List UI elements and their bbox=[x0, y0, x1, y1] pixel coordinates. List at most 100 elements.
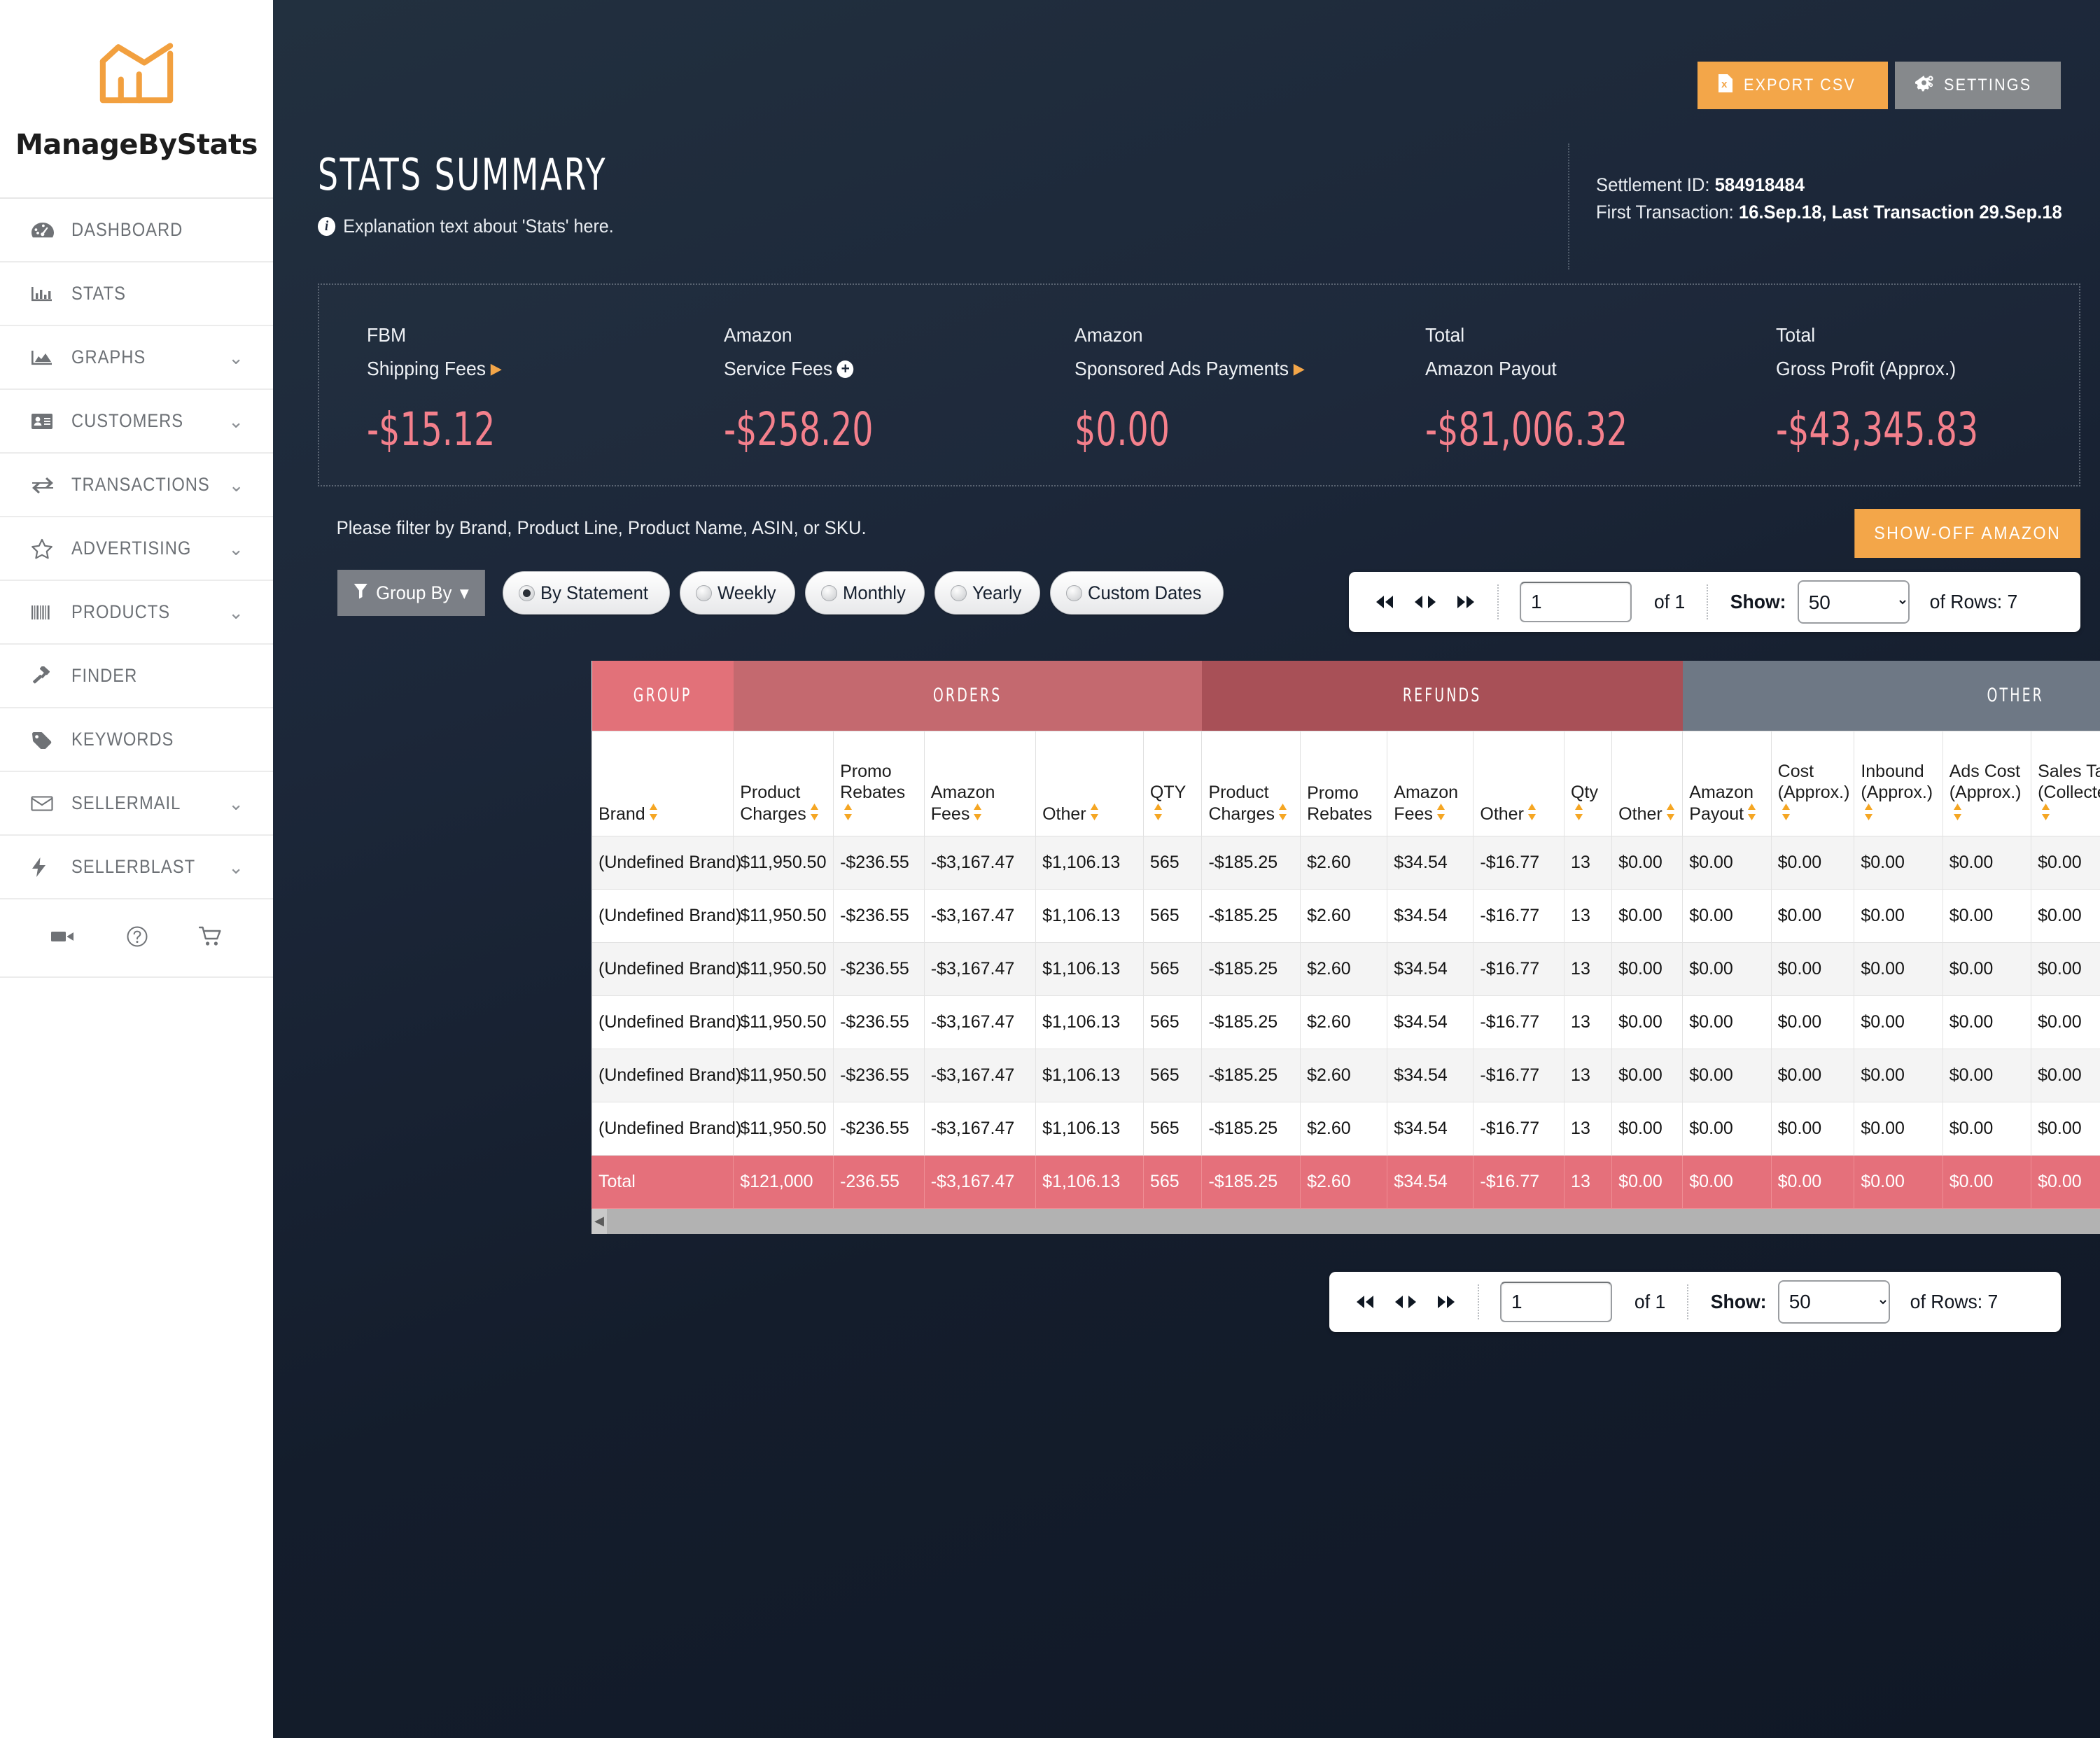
table-row[interactable]: (Undefined Brand) $11,950.50 -$236.55 -$3,1… bbox=[591, 835, 2100, 890]
show-off-amazon-button[interactable]: SHOW-OFF AMAZON bbox=[1854, 509, 2080, 558]
sidebar-item-finder[interactable]: FINDER bbox=[0, 645, 273, 708]
sidebar-item-advertising[interactable]: ADVERTISING ⌄ bbox=[0, 517, 273, 581]
kpi-line1: Amazon bbox=[1074, 324, 1143, 346]
col-orders-other[interactable]: Other bbox=[1035, 730, 1144, 836]
col-orders-amazon-fees[interactable]: Amazon Fees bbox=[923, 730, 1037, 836]
sort-icon[interactable] bbox=[1153, 803, 1163, 821]
sort-icon[interactable] bbox=[809, 803, 820, 821]
sidebar-item-keywords[interactable]: KEYWORDS bbox=[0, 708, 273, 772]
col-orders-promo-rebates[interactable]: Promo Rebates bbox=[833, 730, 925, 836]
help-circle-icon[interactable] bbox=[126, 925, 148, 951]
radio-monthly[interactable]: Monthly bbox=[804, 571, 925, 615]
col-amazon-payout[interactable]: Amazon Payout bbox=[1682, 730, 1772, 836]
last-page-icon[interactable] bbox=[1455, 594, 1476, 610]
col-orders-product-charges[interactable]: Product Charges bbox=[733, 730, 834, 836]
shopping-cart-icon[interactable] bbox=[198, 926, 223, 951]
radio-custom-dates[interactable]: Custom Dates bbox=[1050, 571, 1224, 615]
sort-icon[interactable] bbox=[1278, 803, 1288, 821]
sidebar-item-sellerblast[interactable]: SELLERBLAST ⌄ bbox=[0, 836, 273, 899]
col-refunds-other[interactable]: Other bbox=[1473, 730, 1565, 836]
export-csv-button[interactable]: X EXPORT CSV bbox=[1697, 62, 1888, 109]
first-page-icon[interactable] bbox=[1354, 1294, 1376, 1310]
sidebar-item-graphs[interactable]: GRAPHS ⌄ bbox=[0, 326, 273, 390]
sort-icon[interactable] bbox=[1527, 803, 1537, 821]
table-row[interactable]: (Undefined Brand) $11,950.50 -$236.55 -$3,1… bbox=[591, 941, 2100, 996]
kpi-line2-row: Gross Profit (Approx.) bbox=[1776, 358, 2064, 380]
col-sales-tax-collected[interactable]: Sales Tax (Collected) bbox=[2031, 730, 2100, 836]
scrollbar-thumb[interactable] bbox=[607, 1208, 2100, 1234]
col-refunds-qty[interactable]: Qty bbox=[1564, 730, 1613, 836]
sidebar-item-transactions[interactable]: TRANSACTIONS ⌄ bbox=[0, 454, 273, 517]
sort-icon[interactable] bbox=[1781, 803, 1791, 821]
stats-table: GROUP ORDERS REFUNDS OTHER Brand Product… bbox=[591, 661, 2100, 1209]
sort-icon[interactable] bbox=[972, 803, 983, 821]
sort-icon[interactable] bbox=[1952, 803, 1963, 821]
sort-icon[interactable] bbox=[1089, 803, 1100, 821]
cell: $0.00 bbox=[1854, 1101, 1943, 1156]
kpi-line2: Gross Profit (Approx.) bbox=[1775, 358, 1956, 379]
radio-label: Custom Dates bbox=[1088, 582, 1202, 603]
sort-icon[interactable] bbox=[1436, 803, 1446, 821]
cell: -$3,167.47 bbox=[923, 995, 1037, 1049]
col-refunds-amazon-fees[interactable]: Amazon Fees bbox=[1387, 730, 1474, 836]
plus-circle-icon[interactable]: + bbox=[836, 360, 854, 378]
col-cost-approx[interactable]: Cost (Approx.) bbox=[1770, 730, 1855, 836]
caret-right-icon[interactable]: ▶ bbox=[1294, 361, 1305, 377]
chevron-down-icon[interactable]: ⌄ bbox=[228, 794, 244, 813]
horizontal-scrollbar[interactable]: ◀ ▶ bbox=[592, 1208, 2100, 1234]
sort-icon[interactable] bbox=[1574, 803, 1584, 821]
table-row[interactable]: (Undefined Brand) $11,950.50 -$236.55 -$3,1… bbox=[591, 995, 2100, 1049]
table-row[interactable]: (Undefined Brand) $11,950.50 -$236.55 -$3,1… bbox=[591, 888, 2100, 943]
col-other-other[interactable]: Other bbox=[1611, 730, 1684, 836]
sort-icon[interactable] bbox=[1863, 803, 1874, 821]
sort-icon[interactable] bbox=[1665, 803, 1676, 821]
pagination-divider bbox=[1478, 1284, 1479, 1319]
radio-by-statement[interactable]: By Statement bbox=[502, 571, 670, 615]
chevron-down-icon[interactable]: ⌄ bbox=[228, 540, 244, 558]
rows-per-page-select[interactable]: 50 bbox=[1777, 1280, 1890, 1324]
radio-weekly[interactable]: Weekly bbox=[679, 571, 795, 615]
sidebar-item-dashboard[interactable]: DASHBOARD bbox=[0, 199, 273, 262]
chevron-down-icon[interactable]: ⌄ bbox=[229, 476, 244, 494]
sidebar-item-label: SELLERMAIL bbox=[71, 792, 181, 813]
scroll-left-icon[interactable]: ◀ bbox=[592, 1208, 607, 1234]
col-refunds-promo-rebates[interactable]: Promo Rebates bbox=[1300, 730, 1388, 836]
col-orders-qty[interactable]: QTY bbox=[1142, 730, 1203, 836]
video-camera-icon[interactable] bbox=[50, 928, 76, 948]
table-row[interactable]: (Undefined Brand) $11,950.50 -$236.55 -$3,1… bbox=[591, 1101, 2100, 1156]
prev-next-page-icon[interactable] bbox=[1394, 1294, 1418, 1310]
sidebar-item-products[interactable]: PRODUCTS ⌄ bbox=[0, 581, 273, 645]
page-number-input[interactable] bbox=[1500, 1281, 1612, 1322]
sidebar-item-sellermail[interactable]: SELLERMAIL ⌄ bbox=[0, 772, 273, 836]
sidebar-item-customers[interactable]: CUSTOMERS ⌄ bbox=[0, 390, 273, 454]
group-by-button[interactable]: Group By ▾ bbox=[337, 570, 485, 616]
transaction-value: 16.Sep.18, Last Transaction 29.Sep.18 bbox=[1738, 202, 2062, 223]
sidebar-item-stats[interactable]: STATS bbox=[0, 262, 273, 326]
chevron-down-icon[interactable]: ⌄ bbox=[228, 349, 244, 367]
col-refunds-product-charges[interactable]: Product Charges bbox=[1201, 730, 1301, 836]
col-brand[interactable]: Brand bbox=[591, 730, 734, 836]
table-row[interactable]: (Undefined Brand) $11,950.50 -$236.55 -$3,1… bbox=[591, 1048, 2100, 1102]
settings-button[interactable]: SETTINGS bbox=[1894, 62, 2061, 109]
cell: -$16.77 bbox=[1473, 941, 1565, 996]
brand-block[interactable]: ManageByStats bbox=[0, 0, 273, 199]
show-label: Show: bbox=[1730, 591, 1786, 612]
first-page-icon[interactable] bbox=[1374, 594, 1395, 610]
chevron-down-icon[interactable]: ⌄ bbox=[228, 603, 244, 622]
radio-yearly[interactable]: Yearly bbox=[934, 571, 1041, 615]
chevron-down-icon[interactable]: ⌄ bbox=[228, 858, 244, 876]
chevron-down-icon[interactable]: ⌄ bbox=[228, 412, 244, 430]
caret-right-icon[interactable]: ▶ bbox=[491, 361, 502, 377]
sort-icon[interactable] bbox=[1746, 803, 1757, 821]
sort-icon[interactable] bbox=[648, 803, 659, 821]
last-page-icon[interactable] bbox=[1436, 1294, 1457, 1310]
sort-icon[interactable] bbox=[843, 803, 853, 821]
col-inbound-approx[interactable]: Inbound (Approx.) bbox=[1854, 730, 1943, 836]
page-number-input[interactable] bbox=[1520, 582, 1632, 622]
sort-icon[interactable] bbox=[2040, 803, 2051, 821]
transaction-label: First Transaction: bbox=[1596, 202, 1734, 223]
col-ads-cost-approx[interactable]: Ads Cost (Approx.) bbox=[1942, 730, 2032, 836]
prev-next-page-icon[interactable] bbox=[1413, 594, 1437, 610]
cell: $0.00 bbox=[1682, 941, 1772, 996]
rows-per-page-select[interactable]: 50 bbox=[1797, 580, 1910, 624]
